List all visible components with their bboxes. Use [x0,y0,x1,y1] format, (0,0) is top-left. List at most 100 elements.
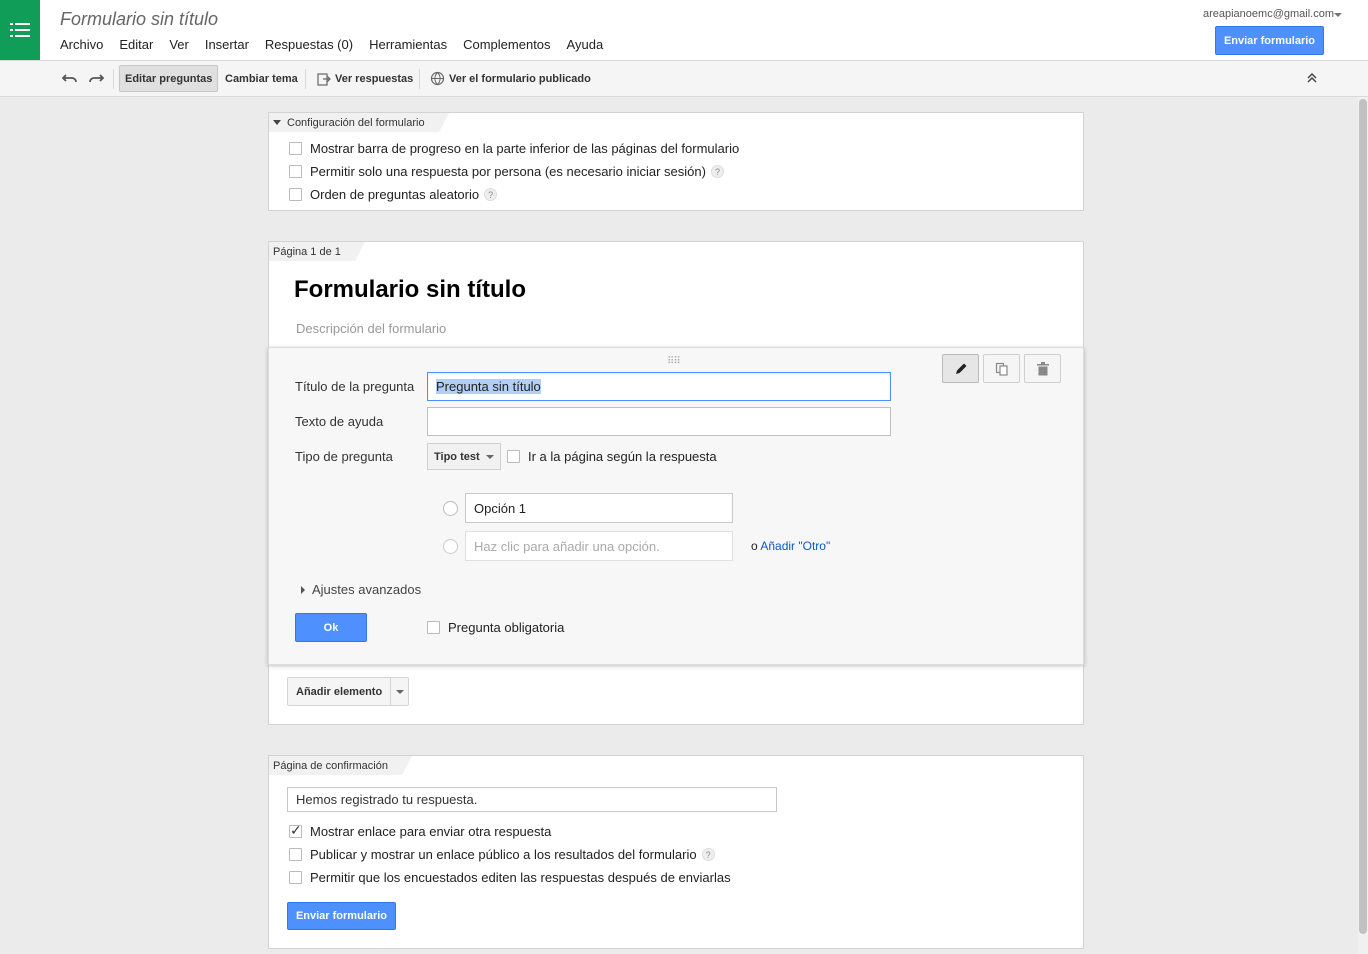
form-settings-tab-label: Configuración del formulario [287,116,425,129]
copy-icon [995,362,1008,376]
help-icon[interactable]: ? [710,165,724,178]
add-option-radio [443,539,458,554]
menu-insertar[interactable]: Insertar [205,37,249,52]
form-settings-tab[interactable]: Configuración del formulario [269,113,449,132]
app-header: Formulario sin título Archivo Editar Ver… [0,0,1368,61]
list-icon [10,23,30,37]
document-title[interactable]: Formulario sin título [60,9,218,30]
question-editor: ⠿⠿ Título de la pregunta Pregunta sin tí… [268,347,1084,665]
shuffle-order-checkbox[interactable] [289,188,302,201]
goto-page-checkbox[interactable] [507,450,520,463]
help-text-input[interactable] [427,407,891,436]
shuffle-order-label: Orden de preguntas aleatorio [310,187,480,202]
menu-bar: Archivo Editar Ver Insertar Respuestas (… [60,37,619,52]
one-response-label: Permitir solo una respuesta por persona … [310,164,706,179]
allow-edit-checkbox[interactable] [289,871,302,884]
allow-edit-label: Permitir que los encuestados editen las … [310,870,731,885]
view-responses-button[interactable]: Ver respuestas [311,65,419,92]
add-option-input[interactable]: Haz clic para añadir una opción. [465,531,733,561]
toolbar-separator [113,69,114,89]
menu-complementos[interactable]: Complementos [463,37,550,52]
add-other-text: o Añadir "Otro" [751,539,830,553]
account-email[interactable]: areapianoemc@gmail.com [1203,8,1334,20]
help-icon[interactable]: ? [484,188,498,201]
toolbar-separator [305,69,306,89]
goto-page-label: Ir a la página según la respuesta [528,449,717,464]
account-caret-icon[interactable] [1334,13,1342,17]
trash-icon [1036,361,1049,375]
confirmation-message-input[interactable]: Hemos registrado tu respuesta. [287,787,777,812]
publish-results-checkbox[interactable] [289,848,302,861]
undo-icon[interactable] [61,70,78,86]
edit-questions-button[interactable]: Editar preguntas [119,65,219,92]
confirm-option-edit: Permitir que los encuestados editen las … [289,870,731,885]
toolbar: Editar preguntas Cambiar tema Ver respue… [0,61,1368,97]
form-description[interactable]: Descripción del formulario [296,321,446,336]
required-label: Pregunta obligatoria [448,620,565,635]
one-response-checkbox[interactable] [289,165,302,178]
setting-one-response: Permitir solo una respuesta por persona … [289,164,724,179]
redo-icon[interactable] [88,70,105,86]
publish-results-label: Publicar y mostrar un enlace público a l… [310,847,697,862]
page-tab: Página 1 de 1 [269,242,365,261]
setting-shuffle-order: Orden de preguntas aleatorio ? [289,187,498,202]
or-text: o [751,539,758,553]
toolbar-separator [419,69,420,89]
scrollbar-thumb[interactable] [1359,99,1367,934]
question-title-value: Pregunta sin título [436,379,541,394]
change-theme-button[interactable]: Cambiar tema [219,65,304,92]
question-type-label: Tipo de pregunta [295,449,393,464]
caret-right-icon [301,585,305,594]
menu-ayuda[interactable]: Ayuda [567,37,604,52]
option-1-radio [443,501,458,516]
forms-logo[interactable] [0,0,40,60]
chevron-down-icon [395,689,404,694]
another-response-label: Mostrar enlace para enviar otra respuest… [310,824,552,839]
caret-down-icon [273,120,281,125]
menu-respuestas[interactable]: Respuestas (0) [265,37,353,52]
view-published-button[interactable]: Ver el formulario publicado [424,65,597,92]
menu-ver[interactable]: Ver [169,37,189,52]
goto-page-option: Ir a la página según la respuesta [507,449,717,464]
required-option: Pregunta obligatoria [427,620,564,635]
progress-bar-checkbox[interactable] [289,142,302,155]
confirm-option-another: Mostrar enlace para enviar otra respuest… [289,822,552,839]
help-text-label: Texto de ayuda [295,414,384,429]
menu-editar[interactable]: Editar [119,37,153,52]
add-item-label: Añadir elemento [296,685,383,698]
advanced-settings-toggle[interactable]: Ajustes avanzados [301,582,421,597]
view-responses-label: Ver respuestas [335,72,414,85]
add-item-button[interactable]: Añadir elemento [287,677,410,706]
question-type-select[interactable]: Tipo test [427,443,501,470]
add-item-dropdown[interactable] [390,678,408,705]
delete-question-button[interactable] [1024,354,1061,383]
question-title-input[interactable]: Pregunta sin título [427,372,891,401]
setting-progress-bar: Mostrar barra de progreso en la parte in… [289,141,739,156]
confirmation-tab: Página de confirmación [269,756,412,775]
option-1-input[interactable]: Opción 1 [465,493,733,523]
question-title-label: Título de la pregunta [295,379,415,394]
menu-herramientas[interactable]: Herramientas [369,37,447,52]
export-icon [317,72,331,86]
send-form-button-bottom[interactable]: Enviar formulario [287,902,396,930]
view-published-label: Ver el formulario publicado [449,72,591,85]
question-type-value: Tipo test [434,450,480,463]
collapse-header-icon[interactable] [1306,71,1318,87]
menu-archivo[interactable]: Archivo [60,37,103,52]
drag-handle-icon[interactable]: ⠿⠿ [667,356,681,367]
ok-button[interactable]: Ok [295,613,367,642]
another-response-checkbox[interactable] [289,822,302,839]
advanced-settings-label: Ajustes avanzados [312,582,422,597]
chevron-down-icon [485,454,494,459]
progress-bar-label: Mostrar barra de progreso en la parte in… [310,141,740,156]
form-title[interactable]: Formulario sin título [294,276,526,304]
add-other-link[interactable]: Añadir "Otro" [760,539,830,553]
help-icon[interactable]: ? [701,848,715,861]
pencil-icon [955,363,966,374]
send-form-button[interactable]: Enviar formulario [1215,26,1324,55]
duplicate-question-button[interactable] [983,354,1020,383]
form-settings-panel: Configuración del formulario Mostrar bar… [268,112,1084,211]
required-checkbox[interactable] [427,621,440,634]
edit-question-button[interactable] [942,354,979,383]
globe-icon [430,71,445,86]
